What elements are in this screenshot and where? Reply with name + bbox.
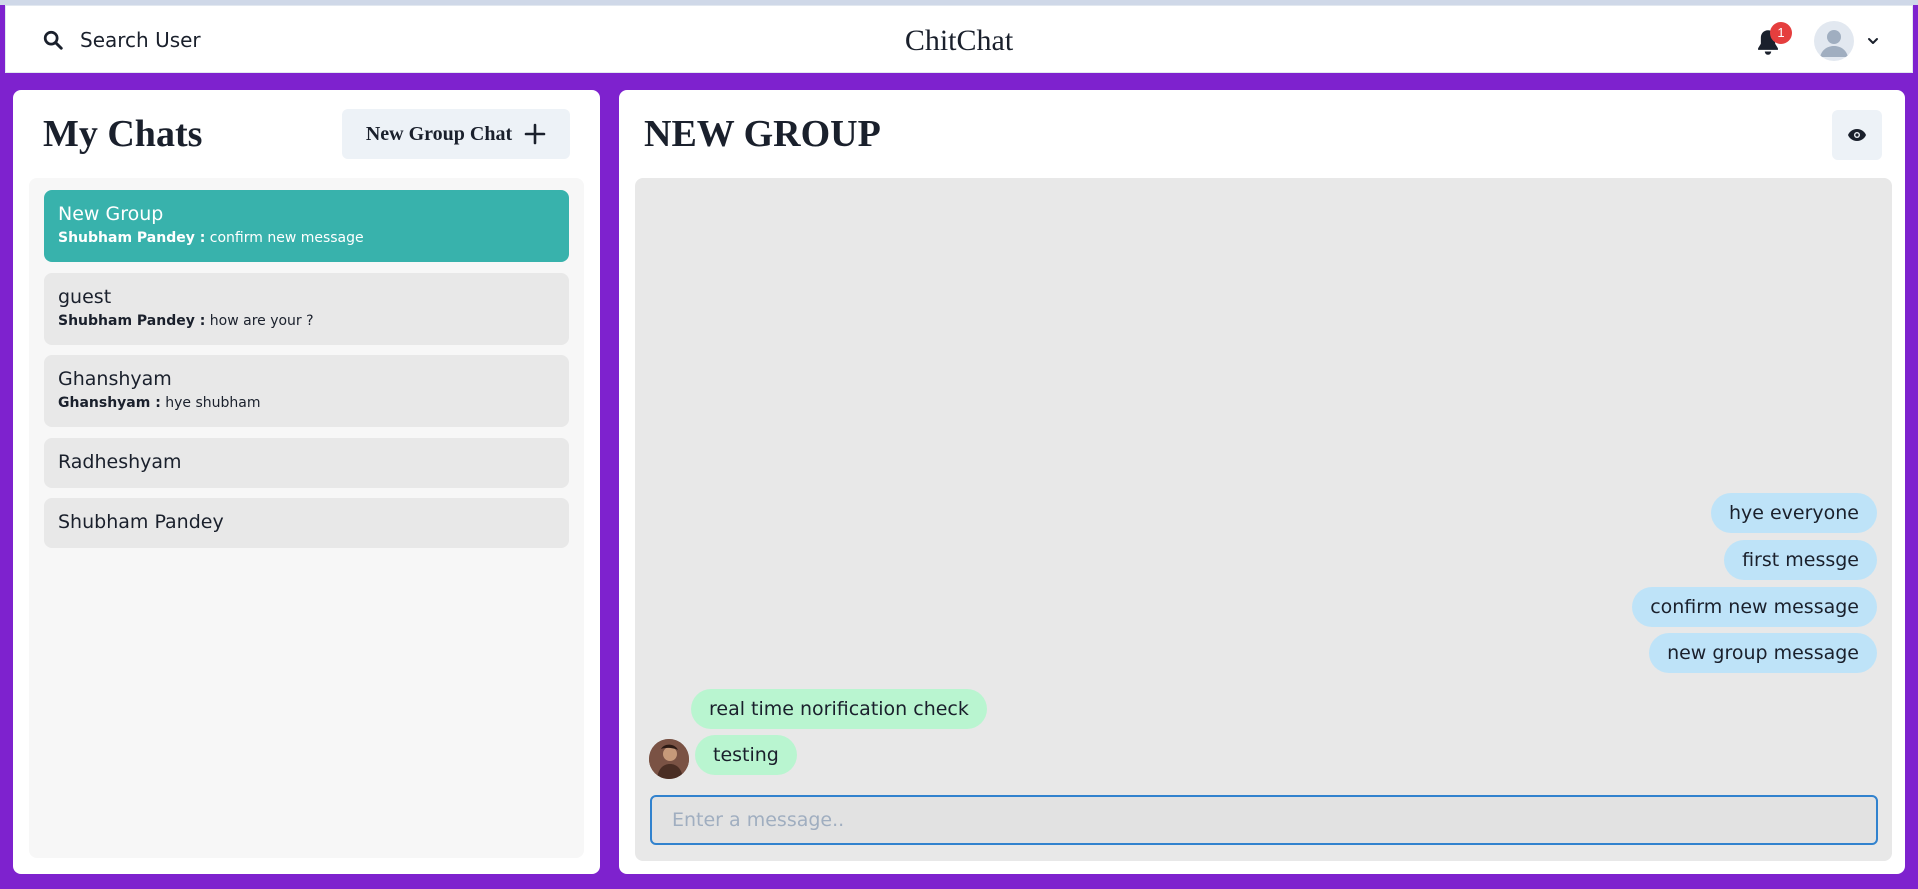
chat-name: guest <box>58 286 112 308</box>
chat-title: NEW GROUP <box>644 113 881 155</box>
chat-name: Shubham Pandey <box>58 511 224 533</box>
chat-name: Radheshyam <box>58 451 182 473</box>
message-bubble-sent: new group message <box>1649 633 1877 673</box>
message-bubble-sent: first messge <box>1724 540 1877 580</box>
chat-panel: NEW GROUP hye everyone first messge conf… <box>619 90 1905 874</box>
chat-item-radheshyam[interactable]: Radheshyam <box>44 438 569 488</box>
my-chats-panel: My Chats New Group Chat New Group Shubha… <box>13 90 600 874</box>
chat-item-shubham-pandey[interactable]: Shubham Pandey <box>44 498 569 548</box>
profile-menu-button[interactable] <box>1814 20 1894 62</box>
chat-list: New Group Shubham Pandey : confirm new m… <box>29 178 584 858</box>
app-title: ChitChat <box>904 24 1014 57</box>
top-bar: Search User ChitChat 1 <box>5 5 1913 73</box>
chat-latest-sender: Ghanshyam : <box>58 395 161 411</box>
plus-icon <box>524 123 546 145</box>
my-chats-title: My Chats <box>43 113 203 155</box>
message-bubble-sent: hye everyone <box>1710 493 1877 533</box>
chat-name: Ghanshyam <box>58 368 172 390</box>
chat-name: New Group <box>58 203 164 225</box>
chat-item-ghanshyam[interactable]: Ghanshyam Ghanshyam : hye shubham <box>44 355 569 427</box>
eye-icon <box>1848 129 1866 141</box>
messages-area: hye everyone first messge confirm new me… <box>635 178 1892 861</box>
chat-latest-message: Ghanshyam : hye shubham <box>58 395 555 411</box>
sender-avatar[interactable] <box>649 739 689 779</box>
chat-item-new-group[interactable]: New Group Shubham Pandey : confirm new m… <box>44 190 569 262</box>
user-avatar-icon <box>1814 21 1854 61</box>
chat-latest-sender: Shubham Pandey : <box>58 230 206 246</box>
chat-latest-message: Shubham Pandey : confirm new message <box>58 230 555 246</box>
message-bubble-received: real time norification check <box>691 689 987 729</box>
search-user-label: Search User <box>80 28 201 52</box>
chat-latest-message: Shubham Pandey : how are your ? <box>58 313 555 329</box>
message-bubble-received: testing <box>695 735 797 775</box>
new-group-chat-label: New Group Chat <box>365 122 513 145</box>
chat-latest-sender: Shubham Pandey : <box>58 313 206 329</box>
search-user-button[interactable]: Search User <box>26 20 226 60</box>
chat-latest-text: confirm new message <box>209 230 364 246</box>
chevron-down-icon <box>1868 38 1878 44</box>
search-icon <box>43 30 63 50</box>
chat-item-guest[interactable]: guest Shubham Pandey : how are your ? <box>44 273 569 345</box>
view-group-details-button[interactable] <box>1832 110 1882 160</box>
new-group-chat-button[interactable]: New Group Chat <box>342 109 570 159</box>
notification-count-badge: 1 <box>1770 22 1792 44</box>
notification-button[interactable]: 1 <box>1754 22 1792 60</box>
chat-latest-text: hye shubham <box>165 395 261 411</box>
message-input[interactable] <box>650 795 1878 845</box>
message-bubble-sent: confirm new message <box>1632 587 1877 627</box>
chat-latest-text: how are your ? <box>209 313 314 329</box>
